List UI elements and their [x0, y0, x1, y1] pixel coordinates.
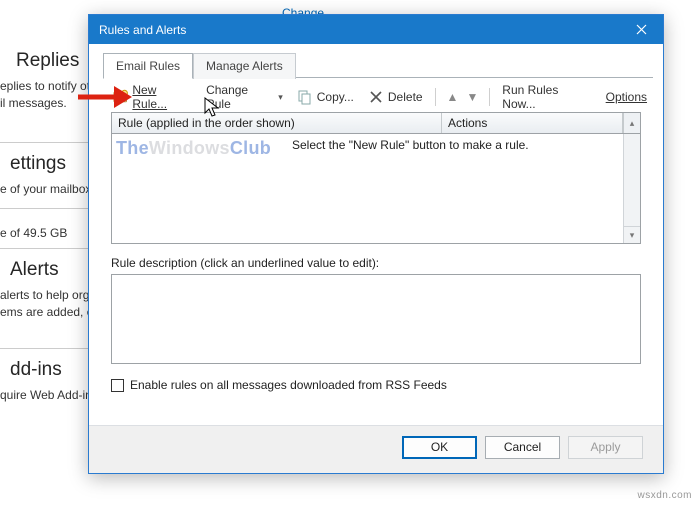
copy-label: Copy...	[317, 90, 354, 104]
delete-button[interactable]: Delete	[364, 87, 427, 107]
rss-checkbox-row[interactable]: Enable rules on all messages downloaded …	[111, 378, 641, 392]
rss-checkbox[interactable]	[111, 379, 124, 392]
move-down-icon[interactable]: ▼	[463, 90, 481, 104]
annotation-arrow	[76, 82, 134, 112]
scrollbar[interactable]: ▾	[623, 134, 640, 243]
new-rule-label: New Rule...	[132, 83, 192, 111]
rule-description-label: Rule description (click an underlined va…	[111, 256, 641, 270]
scroll-up-icon[interactable]: ▴	[623, 113, 640, 133]
rules-col-rule[interactable]: Rule (applied in the order shown)	[112, 113, 442, 133]
toolbar: New Rule... Change Rule▾ Copy... Delete …	[109, 86, 651, 108]
run-rules-label: Run Rules Now...	[502, 83, 591, 111]
scroll-down-icon[interactable]: ▾	[624, 226, 640, 243]
dialog-title: Rules and Alerts	[99, 23, 619, 37]
chevron-down-icon: ▾	[278, 92, 283, 103]
ok-button[interactable]: OK	[402, 436, 477, 459]
close-button[interactable]	[619, 15, 663, 44]
move-up-icon[interactable]: ▲	[444, 90, 462, 104]
dialog-button-bar: OK Cancel Apply	[89, 425, 663, 473]
tab-email-rules[interactable]: Email Rules	[103, 53, 193, 79]
move-up-down[interactable]: ▲▼	[444, 90, 482, 104]
options-button[interactable]: Options	[602, 88, 651, 106]
run-rules-now-button[interactable]: Run Rules Now...	[498, 81, 595, 113]
change-rule-label: Change Rule	[206, 83, 273, 111]
apply-button: Apply	[568, 436, 643, 459]
rule-description-box[interactable]	[111, 274, 641, 364]
empty-rules-message: Select the "New Rule" button to make a r…	[292, 138, 618, 152]
titlebar[interactable]: Rules and Alerts	[89, 15, 663, 44]
copy-icon	[297, 89, 313, 105]
tab-manage-alerts[interactable]: Manage Alerts	[193, 53, 296, 79]
delete-icon	[368, 89, 384, 105]
rss-checkbox-label: Enable rules on all messages downloaded …	[130, 378, 447, 392]
copy-button[interactable]: Copy...	[293, 87, 358, 107]
close-icon	[636, 24, 647, 35]
page-watermark: wsxdn.com	[637, 490, 692, 501]
cancel-button[interactable]: Cancel	[485, 436, 560, 459]
rules-list-header: Rule (applied in the order shown) Action…	[111, 112, 641, 134]
tab-strip: Email Rules Manage Alerts	[103, 52, 653, 78]
delete-label: Delete	[388, 90, 423, 104]
change-rule-button[interactable]: Change Rule ▾	[202, 81, 287, 113]
toolbar-separator	[435, 88, 436, 106]
rules-and-alerts-dialog: Rules and Alerts Email Rules Manage Aler…	[88, 14, 664, 474]
rules-col-actions[interactable]: Actions	[442, 113, 623, 133]
toolbar-separator	[489, 88, 490, 106]
rules-list-body[interactable]: TheWindowsClub Select the "New Rule" but…	[111, 134, 641, 244]
